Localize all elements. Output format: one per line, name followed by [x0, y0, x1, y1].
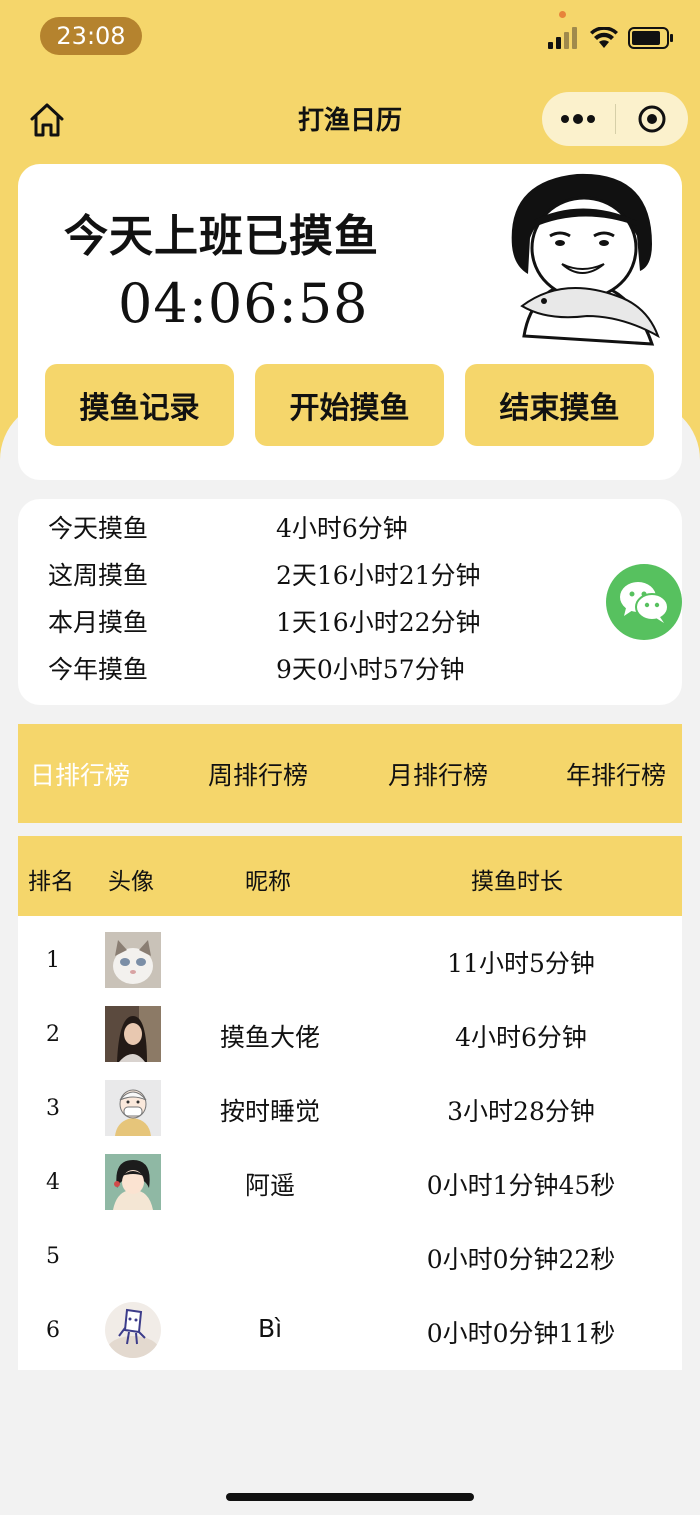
- tab-weekly-ranking[interactable]: 周排行榜: [208, 756, 308, 792]
- masked-person-avatar-image: [105, 1080, 161, 1136]
- tab-daily-ranking[interactable]: 日排行榜: [30, 756, 130, 792]
- end-fishing-button[interactable]: 结束摸鱼: [465, 364, 654, 446]
- row-duration: 0小时0分钟11秒: [426, 1319, 616, 1348]
- girl-photo-avatar-image: [105, 1006, 161, 1062]
- table-row: 3 按时睡觉 3小时28分钟: [18, 1070, 682, 1144]
- meme-character-image: [511, 173, 660, 346]
- column-header-rank: 排名: [28, 869, 74, 895]
- avatar: [105, 932, 161, 988]
- row-rank: 1: [46, 948, 60, 973]
- close-mini-program-button[interactable]: [616, 92, 689, 146]
- row-duration: 3小时28分钟: [447, 1097, 595, 1126]
- fishing-timer-card: 今天上班已摸鱼 04:06:58 摸鱼记录 开始摸鱼 结束摸鱼: [18, 164, 682, 480]
- status-time: 23:08: [40, 17, 142, 55]
- start-fishing-button[interactable]: 开始摸鱼: [255, 364, 444, 446]
- stat-value: 2天16小时21分钟: [276, 561, 481, 590]
- row-nickname: 摸鱼大佬: [219, 1023, 320, 1052]
- table-row: 2 摸鱼大佬 4小时6分钟: [18, 996, 682, 1070]
- today-headline: 今天上班已摸鱼: [64, 211, 379, 262]
- stat-row-week: 这周摸鱼 2天16小时21分钟: [48, 554, 481, 594]
- avatar: [105, 1154, 161, 1210]
- ranking-table-body: 1 11小时5分钟 2 摸鱼大佬 4小时6分钟 3 按时睡觉 3小时28分钟 4…: [18, 916, 682, 1370]
- stat-row-month: 本月摸鱼 1天16小时22分钟: [48, 601, 481, 641]
- stat-label: 今年摸鱼: [48, 655, 149, 684]
- wifi-icon: [590, 27, 618, 48]
- column-header-avatar: 头像: [108, 869, 154, 895]
- cartoon-avatar-image: [105, 1302, 161, 1358]
- stat-row-year: 今年摸鱼 9天0小时57分钟: [48, 648, 465, 688]
- row-rank: 3: [46, 1096, 60, 1121]
- row-nickname: Bì: [257, 1314, 283, 1343]
- avatar: [105, 1080, 161, 1136]
- row-duration: 4小时6分钟: [455, 1023, 587, 1052]
- wechat-contact-button[interactable]: [606, 564, 682, 640]
- stat-value: 1天16小时22分钟: [276, 608, 481, 637]
- home-indicator[interactable]: [226, 1493, 474, 1501]
- column-header-duration: 摸鱼时长: [471, 869, 563, 895]
- row-rank: 6: [46, 1318, 60, 1343]
- column-header-nickname: 昵称: [245, 869, 291, 895]
- table-row: 1 11小时5分钟: [18, 922, 682, 996]
- signal-icon: [548, 27, 577, 49]
- stat-row-today: 今天摸鱼 4小时6分钟: [48, 507, 408, 547]
- ranking-table-header: 排名 头像 昵称 摸鱼时长: [18, 836, 682, 916]
- navigation-bar: 打渔日历: [0, 88, 700, 150]
- avatar: [105, 1302, 161, 1358]
- fishing-stats-card: 今天摸鱼 4小时6分钟 这周摸鱼 2天16小时21分钟 本月摸鱼 1天16小时2…: [18, 499, 682, 705]
- ranking-tabs: 日排行榜 周排行榜 月排行榜 年排行榜: [18, 724, 682, 823]
- stat-label: 这周摸鱼: [48, 561, 149, 590]
- row-rank: 5: [46, 1244, 60, 1269]
- girl-illustration-avatar-image: [105, 1154, 161, 1210]
- close-target-icon: [638, 105, 666, 133]
- more-button[interactable]: [542, 92, 615, 146]
- stat-label: 今天摸鱼: [48, 514, 149, 543]
- wechat-icon: [620, 582, 669, 623]
- tab-yearly-ranking[interactable]: 年排行榜: [566, 756, 666, 792]
- row-duration: 0小时0分钟22秒: [426, 1245, 616, 1274]
- avatar: [105, 1006, 161, 1062]
- action-button-row: 摸鱼记录 开始摸鱼 结束摸鱼: [45, 364, 654, 446]
- fishing-record-button[interactable]: 摸鱼记录: [45, 364, 234, 446]
- mini-program-capsule: [542, 92, 688, 146]
- cat-avatar-image: [105, 932, 161, 988]
- stat-value: 9天0小时57分钟: [276, 655, 465, 684]
- row-duration: 11小时5分钟: [447, 949, 595, 978]
- row-nickname: 按时睡觉: [219, 1097, 320, 1126]
- battery-icon: [628, 27, 673, 49]
- row-rank: 4: [46, 1170, 60, 1195]
- row-duration: 0小时1分钟45秒: [426, 1171, 616, 1200]
- table-row: 5 0小时0分钟22秒: [18, 1218, 682, 1292]
- stat-label: 本月摸鱼: [48, 608, 149, 637]
- row-nickname: 阿遥: [244, 1171, 295, 1200]
- stat-value: 4小时6分钟: [276, 514, 408, 543]
- privacy-indicator-dot: [559, 11, 566, 18]
- more-dots-icon: [561, 114, 596, 124]
- table-row: 4 阿遥 0小时1分钟45秒: [18, 1144, 682, 1218]
- table-row: 6 Bì 0小时0分钟11秒: [18, 1292, 682, 1366]
- tab-monthly-ranking[interactable]: 月排行榜: [388, 756, 488, 792]
- status-bar: 23:08: [0, 0, 700, 80]
- fishing-timer: 04:06:58: [118, 272, 369, 335]
- row-rank: 2: [46, 1022, 60, 1047]
